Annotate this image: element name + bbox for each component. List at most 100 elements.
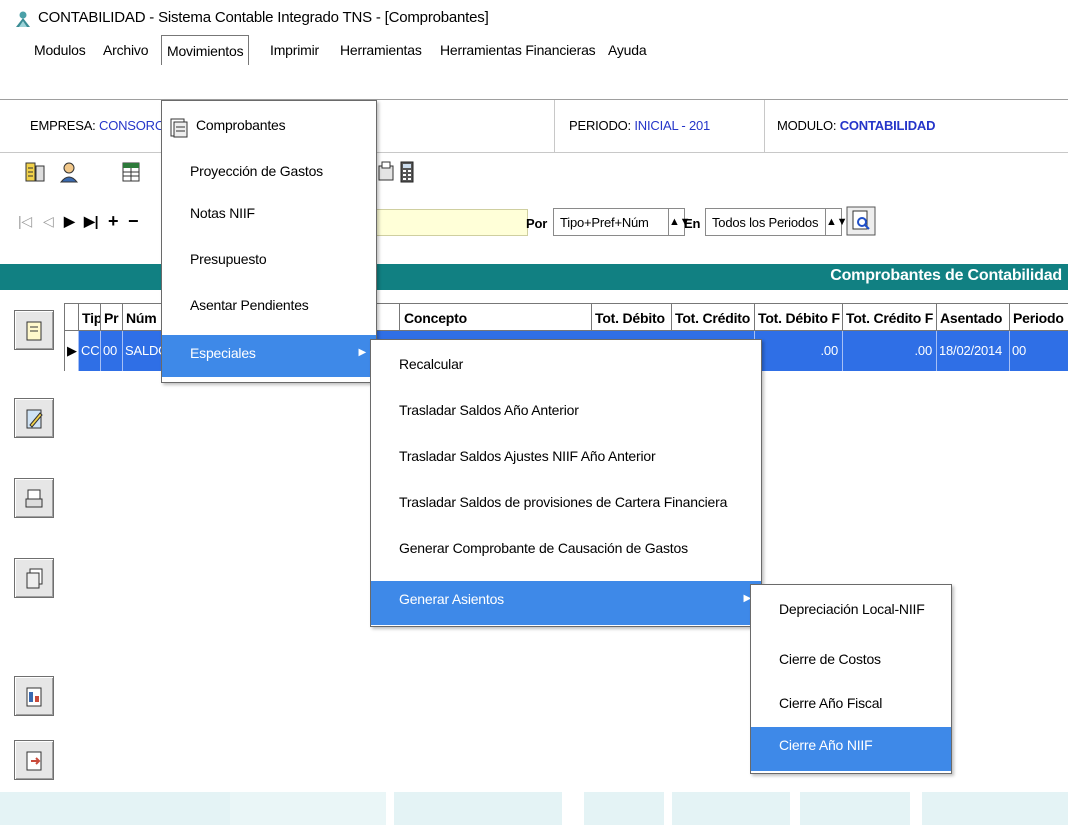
en-select-value: Todos los Periodos (712, 215, 819, 230)
side-button-copy[interactable] (14, 558, 54, 598)
menu-ayuda[interactable]: Ayuda (608, 42, 647, 58)
cell-tot-credito-f[interactable]: .00 (842, 331, 936, 371)
grid-indicator-col (64, 304, 78, 332)
calculator-icon[interactable] (396, 160, 418, 184)
table-tool-icon[interactable] (120, 160, 142, 184)
menu-item-proyeccion-gastos[interactable]: Proyección de Gastos (162, 153, 376, 195)
column-header-pr[interactable]: Pr (100, 304, 122, 332)
menu-movimientos[interactable]: Movimientos (161, 35, 250, 65)
submenu-arrow-icon: ▶ (358, 347, 367, 358)
modulo-label: MODULO: (777, 118, 837, 133)
menu-item-presupuesto[interactable]: Presupuesto (162, 241, 376, 283)
side-button-export[interactable] (14, 740, 54, 780)
nav-last-icon[interactable]: ▶| (84, 213, 99, 230)
menu-imprimir[interactable]: Imprimir (270, 42, 319, 58)
menu-item-label: Trasladar Saldos Ajustes NIIF Año Anteri… (399, 448, 656, 464)
menu-bar: Modulos Archivo Movimientos Imprimir Her… (0, 34, 1068, 65)
cell-periodo[interactable]: 00 (1009, 331, 1068, 371)
menu-item-label: Trasladar Saldos Año Anterior (399, 402, 579, 418)
modulo-value: CONTABILIDAD (839, 118, 936, 133)
menu-item-label: Presupuesto (190, 251, 267, 267)
copy-icon (26, 568, 43, 589)
column-header-tot-debito[interactable]: Tot. Débito (591, 304, 671, 332)
pencil-icon (26, 409, 43, 429)
app-logo-icon (16, 11, 30, 27)
grid-caption: Comprobantes de Contabilidad (830, 267, 1062, 284)
menu-modulos[interactable]: Modulos (34, 42, 86, 58)
nav-add-icon[interactable]: + (108, 211, 119, 232)
menu-movimientos-dropdown: Comprobantes Proyección de Gastos Notas … (161, 100, 377, 383)
menu-item-asentar-pendientes[interactable]: Asentar Pendientes (162, 287, 376, 329)
menu-item-label: Cierre de Costos (779, 651, 881, 667)
menu-item-label: Generar Comprobante de Causación de Gast… (399, 540, 688, 556)
menu-archivo[interactable]: Archivo (103, 42, 148, 58)
menu-item-label: Cierre Año NIIF (779, 737, 873, 753)
print-tool-icon[interactable] (375, 160, 397, 184)
menu-item-trasladar-ajustes-niif[interactable]: Trasladar Saldos Ajustes NIIF Año Anteri… (371, 438, 761, 480)
menu-item-label: Recalcular (399, 356, 464, 372)
menu-item-label: Especiales (190, 345, 256, 361)
row-indicator-icon: ▶ (64, 331, 78, 371)
por-select[interactable]: Tipo+Pref+Núm ▲▼ (553, 208, 691, 236)
column-header-tot-debito-f[interactable]: Tot. Débito F (754, 304, 842, 332)
cell-tot-debito-f[interactable]: .00 (754, 331, 842, 371)
column-header-concepto[interactable]: Concepto (399, 304, 591, 332)
en-select[interactable]: Todos los Periodos ▲▼ (705, 208, 848, 236)
menu-item-trasladar-saldos[interactable]: Trasladar Saldos Año Anterior (371, 392, 761, 434)
search-input[interactable] (375, 209, 528, 236)
side-button-print[interactable] (14, 478, 54, 518)
menu-especiales-dropdown: Recalcular Trasladar Saldos Año Anterior… (370, 339, 762, 627)
search-document-icon[interactable] (846, 206, 876, 236)
document-new-icon (26, 321, 42, 341)
column-header-tot-credito[interactable]: Tot. Crédito (671, 304, 754, 332)
menu-item-label: Cierre Año Fiscal (779, 695, 883, 711)
cell-pr[interactable]: 00 (100, 331, 122, 371)
cell-asentado[interactable]: 18/02/2014 (936, 331, 1009, 371)
menu-item-generar-asientos[interactable]: Generar Asientos ▶ (371, 581, 761, 625)
spin-arrows-icon[interactable]: ▲▼ (825, 209, 848, 235)
menu-item-depreciacion-local-niif[interactable]: Depreciación Local-NIIF (751, 591, 951, 633)
report-icon (26, 687, 42, 707)
periodo-label: PERIODO: (569, 118, 631, 133)
user-tool-icon[interactable] (58, 160, 80, 184)
calculator-tool-icon[interactable] (24, 160, 46, 184)
menu-item-notas-niif[interactable]: Notas NIIF (162, 195, 376, 237)
menu-item-label: Asentar Pendientes (190, 297, 309, 313)
menu-item-label: Proyección de Gastos (190, 163, 323, 179)
menu-item-trasladar-provisiones[interactable]: Trasladar Saldos de provisiones de Carte… (371, 484, 761, 526)
menu-item-generar-causacion[interactable]: Generar Comprobante de Causación de Gast… (371, 530, 761, 572)
side-button-new[interactable] (14, 310, 54, 350)
nav-next-icon[interactable]: ▶ (64, 213, 75, 230)
spin-arrows-icon[interactable]: ▲▼ (668, 209, 691, 235)
column-header-periodo[interactable]: Periodo (1009, 304, 1068, 332)
menu-item-label: Depreciación Local-NIIF (779, 601, 925, 617)
menu-item-especiales[interactable]: Especiales ▶ (162, 335, 376, 377)
menu-herramientas[interactable]: Herramientas (340, 42, 422, 58)
nav-prev-icon[interactable]: ◁ (43, 213, 54, 230)
watermark (0, 792, 250, 825)
empresa-value: CONSORCI (99, 118, 168, 133)
menu-item-cierre-costos[interactable]: Cierre de Costos (751, 641, 951, 683)
side-button-edit[interactable] (14, 398, 54, 438)
menu-herramientas-financieras[interactable]: Herramientas Financieras (440, 42, 596, 58)
menu-item-recalcular[interactable]: Recalcular (371, 346, 761, 388)
window-title: CONTABILIDAD - Sistema Contable Integrad… (38, 9, 489, 26)
menu-generar-asientos-dropdown: Depreciación Local-NIIF Cierre de Costos… (750, 584, 952, 774)
title-bar: CONTABILIDAD - Sistema Contable Integrad… (0, 0, 1068, 34)
menu-item-comprobantes[interactable]: Comprobantes (162, 107, 376, 149)
column-header-tip[interactable]: Tip (78, 304, 100, 332)
watermark (230, 792, 386, 825)
side-button-report[interactable] (14, 676, 54, 716)
menu-item-comprobantes-label: Comprobantes (196, 117, 286, 133)
menu-item-cierre-ano-fiscal[interactable]: Cierre Año Fiscal (751, 685, 951, 727)
menu-item-cierre-ano-niif[interactable]: Cierre Año NIIF (751, 727, 951, 771)
column-header-asentado[interactable]: Asentado (936, 304, 1009, 332)
nav-first-icon[interactable]: |◁ (18, 213, 32, 230)
watermark (800, 792, 910, 825)
watermark (394, 792, 562, 825)
document-icon (170, 118, 188, 138)
por-label: Por (526, 216, 548, 231)
nav-delete-icon[interactable]: − (128, 211, 139, 232)
column-header-tot-credito-f[interactable]: Tot. Crédito F (842, 304, 936, 332)
cell-tip[interactable]: CC (78, 331, 100, 371)
